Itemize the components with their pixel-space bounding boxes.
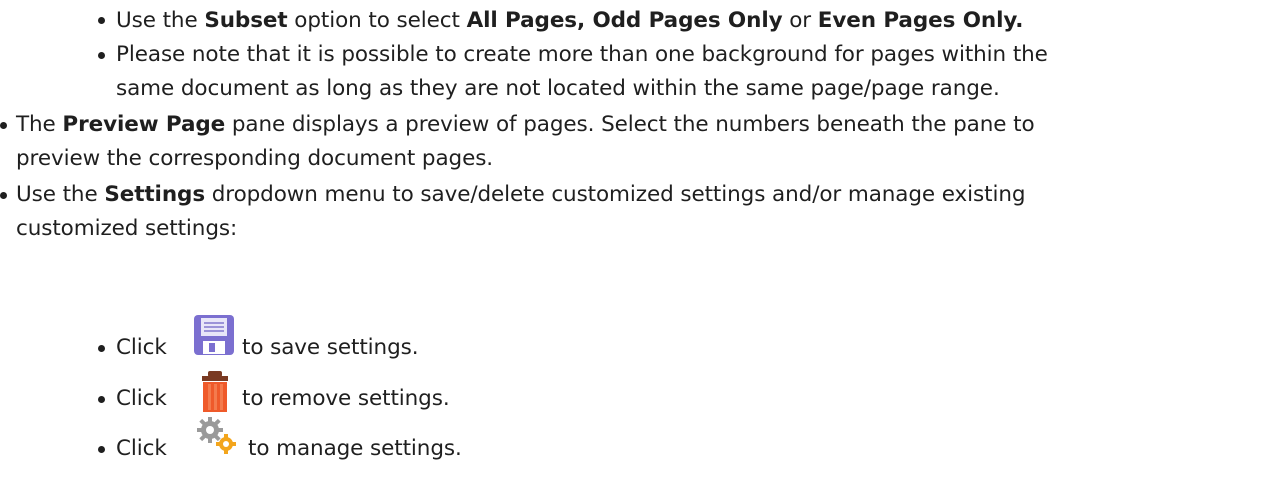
settings-line-2: customized settings: xyxy=(16,216,238,241)
bold-subset: Subset xyxy=(204,8,288,33)
trash-can-icon xyxy=(195,370,235,420)
manage-rest: to manage settings. xyxy=(248,436,462,461)
bullet-dot xyxy=(98,17,105,24)
text: option to select xyxy=(287,8,467,33)
bullet-dot xyxy=(0,192,7,199)
note-line-2: same document as long as they are not lo… xyxy=(116,76,1000,101)
bullet-dot xyxy=(98,446,105,453)
bold-settings: Settings xyxy=(104,182,206,207)
text: or xyxy=(782,8,818,33)
bullet-dot xyxy=(98,52,105,59)
text: The xyxy=(16,112,63,137)
save-click-label: Click xyxy=(116,335,167,360)
text: Use the xyxy=(116,8,205,33)
settings-text: Use the Settings dropdown menu to save/d… xyxy=(16,180,1026,210)
note-line-1: Please note that it is possible to creat… xyxy=(116,42,1048,67)
bold-even-pages: Even Pages Only. xyxy=(817,8,1024,33)
bold-all-odd-pages: All Pages, Odd Pages Only xyxy=(466,8,783,33)
bullet-dot xyxy=(98,396,105,403)
manage-click-label: Click xyxy=(116,436,167,461)
bold-preview-page: Preview Page xyxy=(62,112,226,137)
preview-text: The Preview Page pane displays a preview… xyxy=(16,110,1035,140)
text: pane displays a preview of pages. Select… xyxy=(225,112,1035,137)
text: dropdown menu to save/delete customized … xyxy=(205,182,1026,207)
remove-rest: to remove settings. xyxy=(242,386,450,411)
bullet-dot xyxy=(98,345,105,352)
remove-click-label: Click xyxy=(116,386,167,411)
preview-line-2: preview the corresponding document pages… xyxy=(16,146,494,171)
save-rest: to save settings. xyxy=(242,335,419,360)
floppy-disk-icon xyxy=(193,314,235,362)
subset-text: Use the Subset option to select All Page… xyxy=(116,6,1023,36)
text: Use the xyxy=(16,182,105,207)
bullet-dot xyxy=(0,122,7,129)
gears-icon xyxy=(194,414,240,464)
